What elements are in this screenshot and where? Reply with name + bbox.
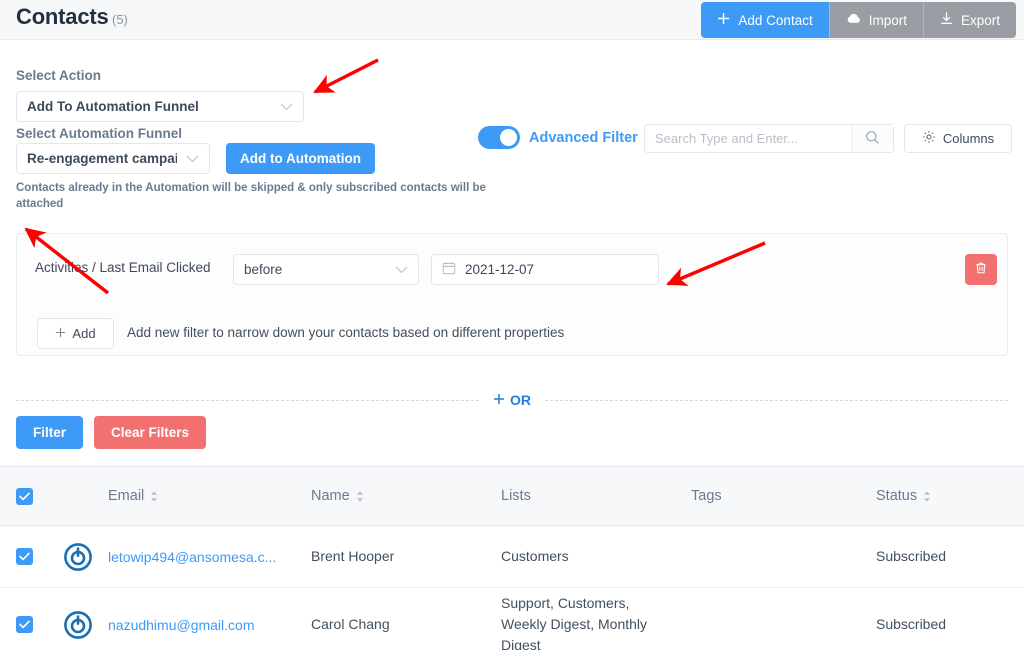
avatar: [48, 542, 108, 571]
row-checkbox[interactable]: [15, 548, 33, 565]
delete-filter-button[interactable]: [965, 254, 997, 285]
add-to-automation-button[interactable]: Add to Automation: [226, 143, 375, 174]
export-label: Export: [960, 12, 1000, 28]
search-input[interactable]: [645, 125, 851, 152]
row-checkbox[interactable]: [15, 616, 33, 633]
export-button[interactable]: Export: [922, 2, 1016, 38]
gear-icon: [922, 130, 936, 147]
columns-button[interactable]: Columns: [904, 124, 1012, 153]
select-automation-funnel-label: Select Automation Funnel: [16, 126, 183, 141]
table-row[interactable]: letowip494@ansomesa.c... Brent Hooper Cu…: [0, 526, 1024, 588]
chevron-down-icon: [280, 99, 293, 114]
sort-icon: [356, 490, 364, 502]
calendar-icon: [442, 261, 456, 278]
row-status-cell: Subscribed: [876, 616, 947, 632]
or-label: OR: [510, 392, 531, 408]
or-divider: OR: [16, 390, 1008, 410]
filter-panel: Activities / Last Email Clicked before 2…: [16, 233, 1008, 356]
row-lists-cell: Customers: [501, 548, 569, 564]
select-all-checkbox[interactable]: [15, 487, 33, 505]
add-or-group-button[interactable]: OR: [479, 392, 545, 408]
filter-operator-dropdown[interactable]: before: [233, 254, 419, 285]
avatar: [48, 610, 108, 639]
row-email-cell[interactable]: letowip494@ansomesa.c...: [108, 549, 311, 565]
filter-date-input[interactable]: 2021-12-07: [431, 254, 659, 285]
search-button[interactable]: [851, 125, 893, 152]
column-header-status[interactable]: Status: [876, 488, 1024, 504]
action-select-value: Add To Automation Funnel: [27, 99, 199, 114]
column-header-name-label: Name: [311, 488, 350, 504]
plus-icon: [493, 392, 505, 408]
column-header-email-label: Email: [108, 488, 145, 504]
divider-line-left: [16, 399, 479, 401]
column-header-tags-label: Tags: [691, 488, 722, 504]
cloud-upload-icon: [846, 12, 861, 28]
automation-funnel-value: Re-engagement campaig: [27, 151, 177, 166]
page-header-bar: Contacts (5) Add Contact Import Export: [0, 0, 1024, 40]
page-title: Contacts: [16, 4, 109, 29]
sort-icon: [923, 490, 931, 502]
header-button-group: Add Contact Import Export: [701, 2, 1016, 38]
row-email-cell[interactable]: nazudhimu@gmail.com: [108, 617, 311, 633]
plus-icon: [55, 326, 66, 341]
trash-icon: [974, 261, 988, 278]
sort-icon: [150, 490, 158, 502]
column-header-status-label: Status: [876, 488, 918, 504]
email-link[interactable]: nazudhimu@gmail.com: [108, 617, 303, 633]
column-header-email[interactable]: Email: [108, 488, 311, 504]
divider-line-right: [545, 399, 1008, 401]
filter-date-value: 2021-12-07: [465, 262, 535, 277]
import-button[interactable]: Import: [828, 2, 923, 38]
search-icon: [865, 130, 880, 148]
action-select-dropdown[interactable]: Add To Automation Funnel: [16, 91, 304, 122]
column-header-lists-label: Lists: [501, 488, 531, 504]
row-lists-cell: Support, Customers, Weekly Digest, Month…: [501, 595, 648, 650]
contacts-count: (5): [112, 12, 128, 27]
contacts-page: Contacts (5) Add Contact Import Export S…: [0, 0, 1024, 650]
row-name-cell: Carol Chang: [311, 616, 390, 632]
row-name-cell: Brent Hooper: [311, 548, 395, 564]
column-header-tags[interactable]: Tags: [691, 488, 876, 504]
advanced-filter-label: Advanced Filter: [529, 130, 638, 146]
row-select-cell: [0, 548, 48, 565]
select-all-cell: [0, 487, 48, 505]
table-row[interactable]: nazudhimu@gmail.com Carol Chang Support,…: [0, 588, 1024, 650]
plus-icon: [717, 12, 730, 28]
gravatar-icon: [64, 610, 92, 639]
row-status-cell: Subscribed: [876, 548, 947, 564]
advanced-filter-toggle[interactable]: [478, 126, 520, 149]
add-contact-button[interactable]: Add Contact: [701, 2, 829, 38]
column-header-lists[interactable]: Lists: [501, 488, 691, 504]
add-filter-button[interactable]: Add: [37, 318, 114, 349]
columns-label: Columns: [942, 131, 995, 146]
email-link[interactable]: letowip494@ansomesa.c...: [108, 549, 303, 565]
chevron-down-icon: [186, 151, 199, 166]
column-header-name[interactable]: Name: [311, 488, 501, 504]
filter-row: Activities / Last Email Clicked before 2…: [17, 234, 1007, 306]
contacts-table: Email Name Lists Tags Status letowip494@…: [0, 466, 1024, 650]
select-action-label: Select Action: [16, 68, 102, 83]
row-select-cell: [0, 616, 48, 633]
gravatar-icon: [64, 542, 92, 571]
apply-filter-button[interactable]: Filter: [16, 416, 84, 449]
automation-note-text: Contacts already in the Automation will …: [16, 182, 486, 210]
download-icon: [940, 12, 953, 28]
table-header-row: Email Name Lists Tags Status: [0, 466, 1024, 526]
add-contact-label: Add Contact: [738, 12, 813, 28]
filter-operator-value: before: [244, 262, 283, 277]
automation-funnel-dropdown[interactable]: Re-engagement campaig: [16, 143, 210, 174]
search-field-wrapper: [644, 124, 894, 153]
add-filter-hint-text: Add new filter to narrow down your conta…: [127, 325, 565, 340]
chevron-down-icon: [395, 262, 408, 277]
filter-property-label: Activities / Last Email Clicked: [35, 260, 211, 275]
import-label: Import: [868, 12, 907, 28]
arrow-to-action-select: [313, 58, 379, 94]
clear-filters-button[interactable]: Clear Filters: [94, 416, 207, 449]
add-filter-label: Add: [72, 326, 96, 341]
